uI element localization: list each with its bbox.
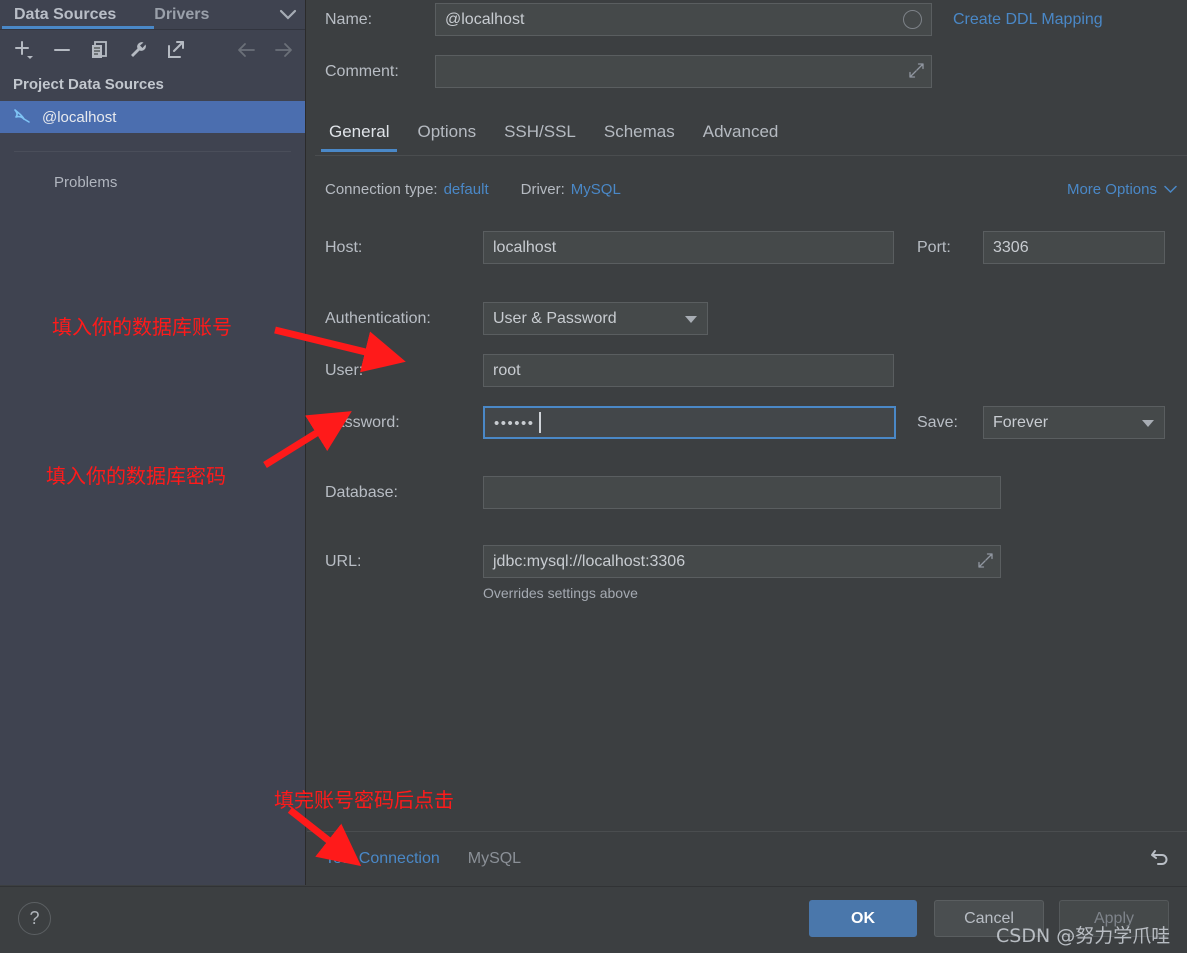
password-input-wrap: •••••• [483,406,896,439]
save-row: Save: Forever [917,406,1165,439]
sidebar-divider [14,151,291,152]
authentication-row: Authentication: User & Password [325,302,708,335]
chevron-down-icon [1164,181,1177,198]
color-circle-icon[interactable] [903,10,922,29]
sidebar: Data Sources Drivers Project Data Source… [0,0,306,885]
tab-data-sources[interactable]: Data Sources [0,0,130,30]
sidebar-item-problems[interactable]: Problems [0,174,305,191]
connection-type-value[interactable]: default [444,181,489,198]
watermark: CSDN @努力学爪哇 [996,925,1171,947]
more-options-button[interactable]: More Options [1067,181,1177,198]
back-arrow-icon[interactable] [232,36,260,64]
mysql-dolphin-icon [12,106,32,129]
tab-advanced[interactable]: Advanced [689,116,793,148]
url-hint-text: Overrides settings above [483,585,638,601]
remove-icon[interactable] [48,36,76,64]
tab-data-sources-label: Data Sources [14,5,117,23]
port-row: Port: 3306 [917,231,1165,264]
tab-general[interactable]: General [315,116,403,152]
sidebar-group-label: Project Data Sources [13,76,164,93]
tab-drivers-label: Drivers [154,5,210,23]
save-value: Forever [993,413,1049,431]
expand-icon[interactable] [978,553,993,570]
sidebar-item-localhost[interactable]: @localhost [0,101,305,133]
help-button[interactable]: ? [18,902,51,935]
sidebar-item-localhost-label: @localhost [42,108,117,126]
tab-ssh-ssl[interactable]: SSH/SSL [490,116,590,148]
user-input[interactable]: root [483,354,894,387]
url-input-wrap: jdbc:mysql://localhost:3306 [483,545,1001,578]
database-row: Database: [325,476,1001,509]
comment-input[interactable] [435,55,932,88]
database-label: Database: [325,483,398,501]
forward-arrow-icon[interactable] [270,36,298,64]
port-input[interactable]: 3306 [983,231,1165,264]
expand-icon[interactable] [909,63,924,80]
host-input[interactable]: localhost [483,231,894,264]
name-input[interactable]: @localhost [435,3,932,36]
tab-options[interactable]: Options [403,116,490,148]
wrench-icon[interactable] [124,36,152,64]
help-button-label: ? [29,908,40,928]
comment-row: Comment: [325,55,932,88]
tab-schemas[interactable]: Schemas [590,116,689,148]
tab-bar-divider [315,155,1187,156]
tab-schemas-label: Schemas [603,122,675,141]
driver-label: Driver: [520,181,565,198]
comment-label: Comment: [325,62,399,80]
test-connection-link[interactable]: Test Connection [325,850,440,868]
authentication-value: User & Password [493,309,617,327]
sidebar-tab-bar: Data Sources Drivers [0,0,305,30]
ok-button[interactable]: OK [809,900,917,937]
duplicate-icon[interactable] [86,36,114,64]
name-row: Name: @localhost Create DDL Mapping [325,3,1175,36]
driver-footer-label: MySQL [467,849,522,867]
text-caret [539,412,541,433]
tab-options-label: Options [417,122,477,141]
settings-tab-bar: General Options SSH/SSL Schemas Advanced [315,116,1187,156]
create-ddl-mapping-link[interactable]: Create DDL Mapping [953,11,1103,29]
connection-info-row: Connection type: default Driver: MySQL M… [325,181,1177,198]
user-row: User: root [325,354,894,387]
authentication-select[interactable]: User & Password [483,302,708,335]
add-icon[interactable] [10,36,38,64]
connection-type-label: Connection type: [325,181,438,198]
save-select[interactable]: Forever [983,406,1165,439]
name-label: Name: [325,10,373,28]
authentication-label: Authentication: [325,309,431,327]
password-label: Password: [325,413,400,431]
save-label: Save: [917,413,958,431]
host-label: Host: [325,238,363,256]
tab-active-underline [321,149,398,152]
url-label: URL: [325,552,362,570]
tab-general-label: General [329,122,390,141]
ok-button-label: OK [851,909,875,927]
comment-input-wrap [435,55,932,88]
datasource-settings-dialog: Data Sources Drivers Project Data Source… [0,0,1187,953]
revert-icon[interactable] [1149,845,1171,872]
settings-panel: Name: @localhost Create DDL Mapping Comm… [307,0,1187,885]
name-input-wrap: @localhost [435,3,932,36]
password-input[interactable]: •••••• [483,406,896,439]
database-input[interactable] [483,476,1001,509]
sidebar-item-problems-label: Problems [54,174,118,191]
tab-ssh-ssl-label: SSH/SSL [504,122,576,141]
export-icon[interactable] [162,36,190,64]
url-input[interactable]: jdbc:mysql://localhost:3306 [483,545,1001,578]
chevron-down-icon [685,316,697,323]
host-row: Host: localhost [325,231,894,264]
driver-group: Driver: MySQL [521,181,621,198]
driver-value[interactable]: MySQL [571,181,621,198]
url-row: URL: jdbc:mysql://localhost:3306 [325,545,1001,578]
chevron-down-icon[interactable] [271,0,305,30]
chevron-down-icon [1142,420,1154,427]
user-label: User: [325,361,364,379]
sidebar-toolbar [0,30,305,70]
tab-advanced-label: Advanced [702,122,779,141]
more-options-label: More Options [1066,181,1157,198]
port-label: Port: [917,238,951,256]
panel-footer: Test Connection MySQL [307,832,1187,885]
password-row: Password: •••••• [325,406,896,439]
